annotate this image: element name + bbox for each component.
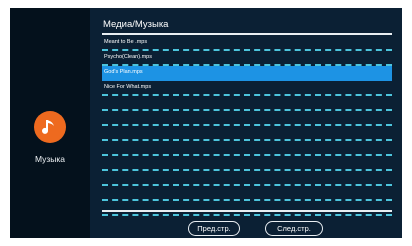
prev-page-button[interactable]: Пред.стр. xyxy=(188,221,240,236)
file-browser-panel: Медиа/Музыка Meant to Be .mps Psycho(Clea… xyxy=(90,8,402,238)
file-row[interactable] xyxy=(102,141,392,156)
file-name: Nice For What.mps xyxy=(104,84,152,90)
file-row[interactable] xyxy=(102,201,392,216)
file-row[interactable] xyxy=(102,96,392,111)
file-row[interactable] xyxy=(102,186,392,201)
file-name: Meant to Be .mps xyxy=(104,39,148,45)
music-note-icon xyxy=(34,111,66,143)
file-row[interactable] xyxy=(102,171,392,186)
title-divider xyxy=(102,33,392,35)
page-title: Медиа/Музыка xyxy=(103,19,169,30)
file-list: Meant to Be .mps Psycho(Clean).mps God's P… xyxy=(102,36,392,216)
next-page-button[interactable]: След.стр. xyxy=(265,221,323,236)
file-row[interactable]: God's Plan.mps xyxy=(102,66,392,81)
file-row[interactable]: Psycho(Clean).mps xyxy=(102,51,392,66)
file-row[interactable]: Meant to Be .mps xyxy=(102,36,392,51)
bottom-divider xyxy=(102,210,392,212)
file-name: Psycho(Clean).mps xyxy=(104,54,152,60)
sidebar-label: Музыка xyxy=(34,154,66,164)
file-name: God's Plan.mps xyxy=(104,69,143,75)
sidebar: Музыка xyxy=(10,8,90,238)
music-player-screen: Музыка Медиа/Музыка Meant to Be .mps Psyc… xyxy=(10,8,402,238)
file-row[interactable] xyxy=(102,126,392,141)
file-row[interactable] xyxy=(102,156,392,171)
file-row[interactable]: Nice For What.mps xyxy=(102,81,392,96)
file-row[interactable] xyxy=(102,111,392,126)
